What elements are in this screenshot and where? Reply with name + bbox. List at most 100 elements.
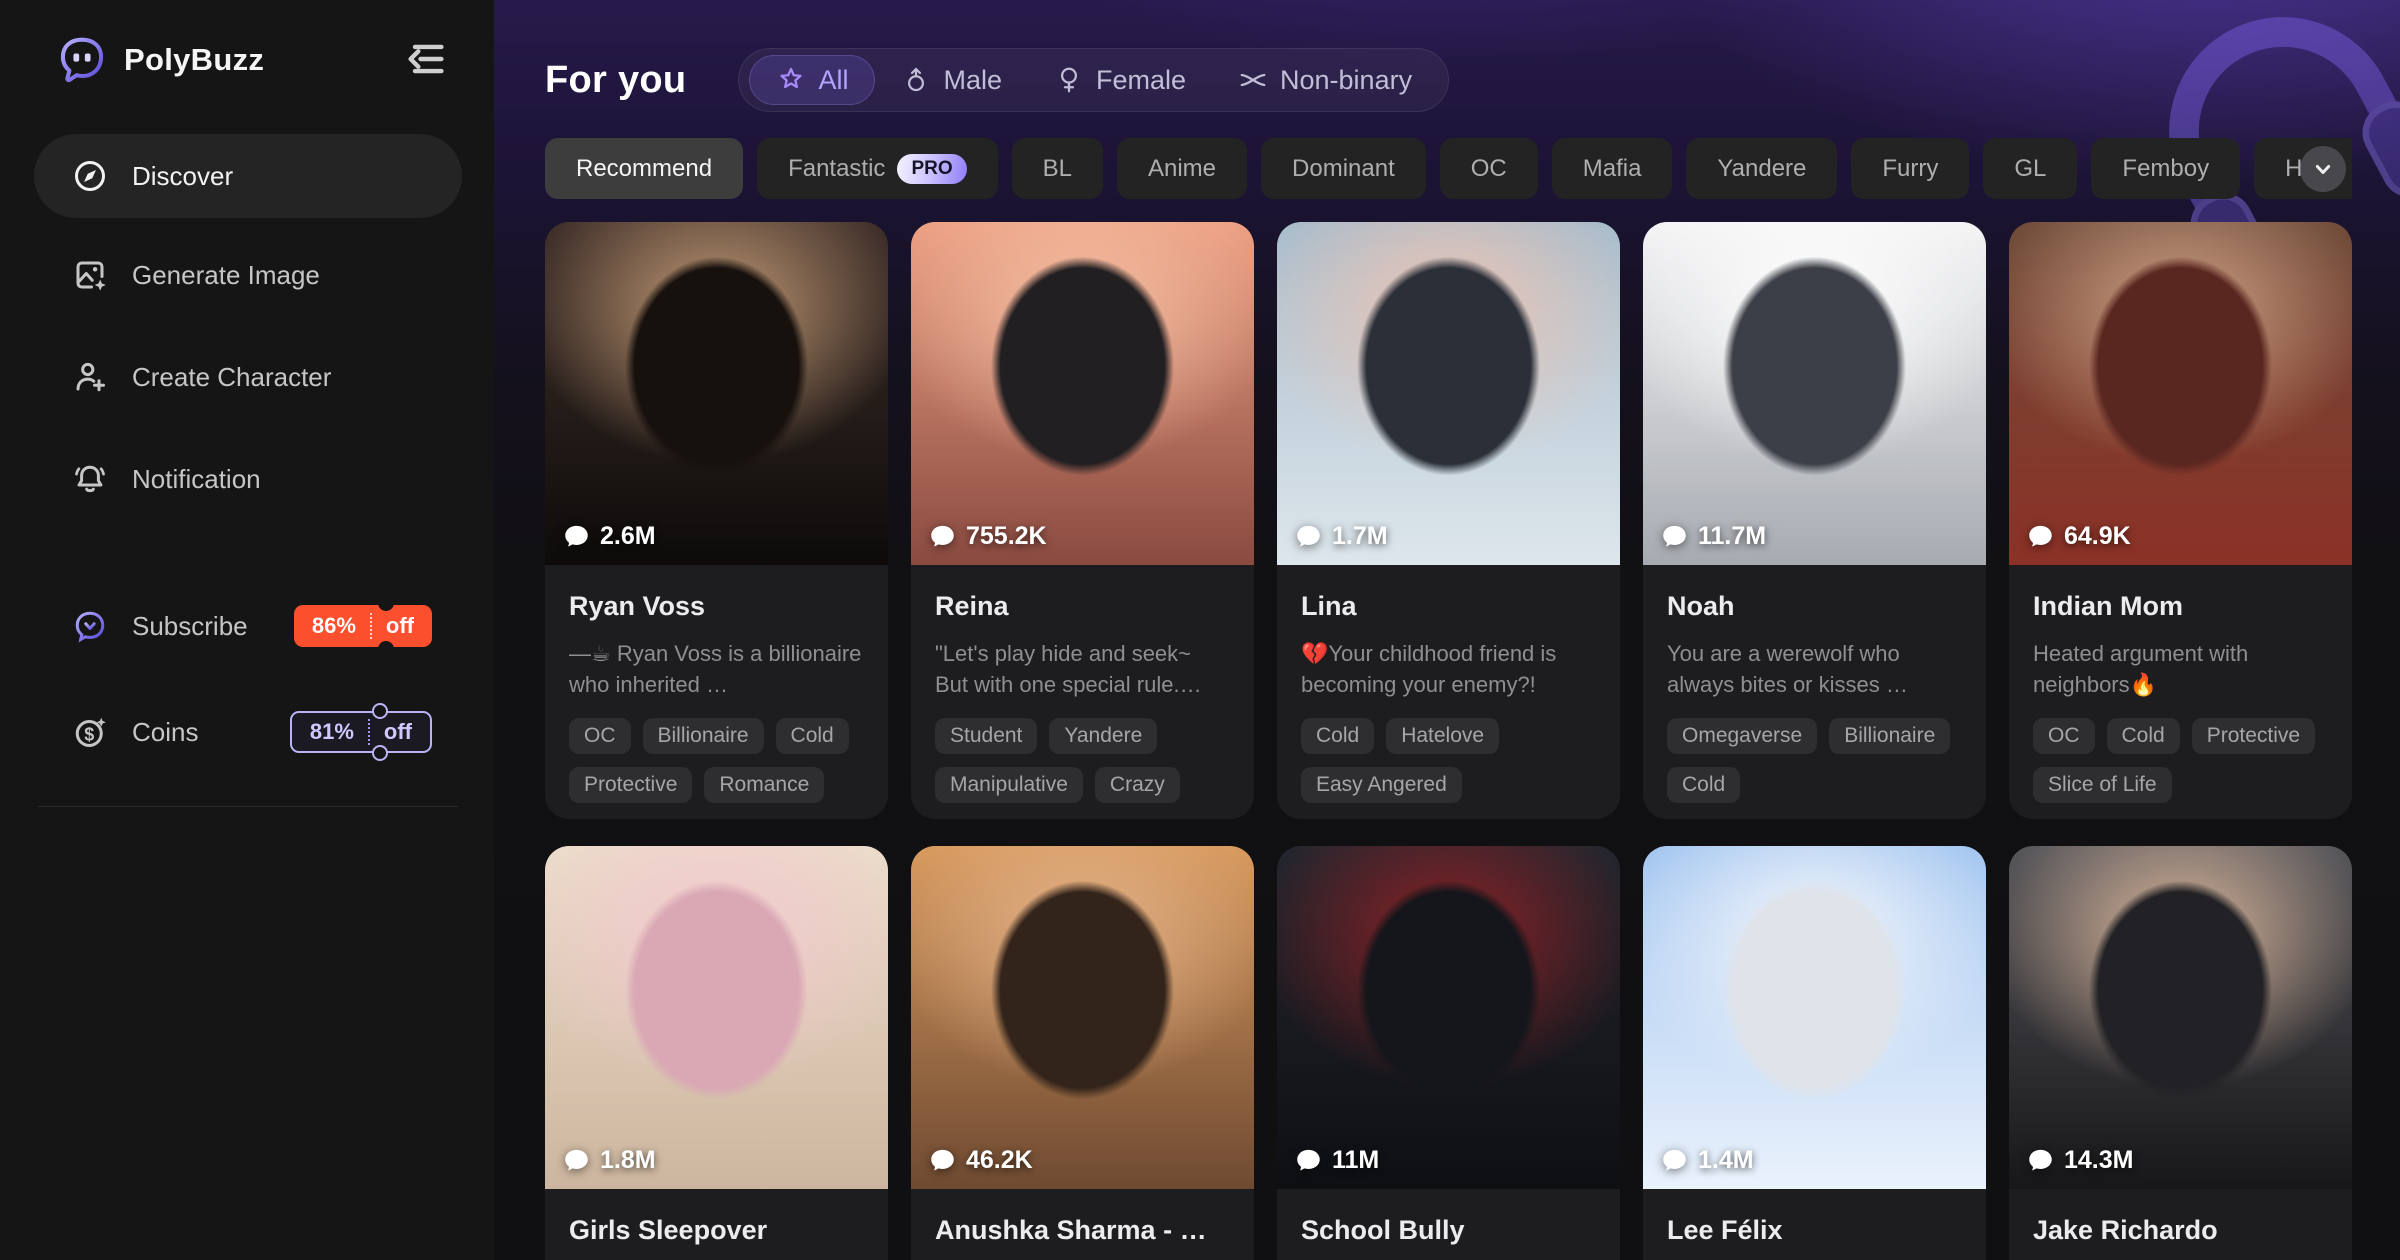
- card-tag[interactable]: Protective: [2192, 718, 2315, 754]
- card-tag[interactable]: Billionaire: [1829, 718, 1950, 754]
- filter-all[interactable]: All: [749, 55, 875, 105]
- filter-nonbinary[interactable]: Non-binary: [1212, 55, 1438, 105]
- character-card[interactable]: 11M School Bully The beautiful school bu…: [1277, 846, 1620, 1260]
- filter-female[interactable]: Female: [1028, 55, 1212, 105]
- card-tag[interactable]: Omegaverse: [1667, 718, 1817, 754]
- main-content: For you All Male Female: [494, 0, 2400, 1260]
- card-tag[interactable]: Cold: [776, 718, 849, 754]
- category-chip[interactable]: Femboy: [2091, 138, 2240, 199]
- category-chip[interactable]: GL: [1983, 138, 2077, 199]
- subscribe-discount-badge: 86% off: [294, 605, 432, 647]
- expand-categories-button[interactable]: [2300, 146, 2346, 192]
- card-desc: Heated argument with neighbors🔥: [2033, 638, 2328, 701]
- card-tag[interactable]: Yandere: [1049, 718, 1157, 754]
- discount-off-label: off: [372, 613, 432, 639]
- chat-count: 46.2K: [966, 1146, 1033, 1175]
- page-title: For you: [545, 59, 686, 102]
- category-chip-label: BL: [1043, 155, 1072, 183]
- chat-bubble-icon: [563, 1147, 590, 1174]
- character-image: 1.7M: [1277, 222, 1620, 565]
- collapse-sidebar-button[interactable]: [404, 38, 448, 82]
- filter-male[interactable]: Male: [875, 55, 1028, 105]
- category-chip-label: Furry: [1882, 155, 1938, 183]
- chat-bubble-icon: [2027, 1147, 2054, 1174]
- card-title: Noah: [1667, 591, 1962, 622]
- card-desc: "Let's play hide and seek~ But with one …: [935, 638, 1230, 701]
- category-chip-label: Mafia: [1583, 155, 1642, 183]
- card-title: Lina: [1301, 591, 1596, 622]
- sidebar-item-subscribe[interactable]: Subscribe 86% off: [34, 591, 462, 661]
- card-info: Lina 💔Your childhood friend is becoming …: [1277, 565, 1620, 803]
- character-image: 1.4M: [1643, 846, 1986, 1189]
- sidebar-divider: [38, 806, 458, 807]
- card-title: Anushka Sharma - …: [935, 1215, 1230, 1246]
- character-card[interactable]: 11.7M Noah You are a werewolf who always…: [1643, 222, 1986, 819]
- card-tag[interactable]: Romance: [704, 767, 824, 803]
- character-image: 14.3M: [2009, 846, 2352, 1189]
- card-tag[interactable]: OC: [2033, 718, 2095, 754]
- category-chip[interactable]: Dominant: [1261, 138, 1426, 199]
- chat-count-badge: 755.2K: [929, 522, 1047, 551]
- card-info: Anushka Sharma - … Anushka Sharma - M…: [911, 1189, 1254, 1260]
- chat-count: 2.6M: [600, 522, 656, 551]
- chat-count-badge: 46.2K: [929, 1146, 1033, 1175]
- coupon-notch: [378, 641, 394, 657]
- category-chip[interactable]: Anime: [1117, 138, 1247, 199]
- card-tag[interactable]: Hatelove: [1386, 718, 1499, 754]
- chat-count-badge: 1.7M: [1295, 522, 1388, 551]
- sidebar-item-create-character[interactable]: Create Character: [34, 342, 462, 412]
- category-chip[interactable]: OC: [1440, 138, 1538, 199]
- category-chip[interactable]: Recommend: [545, 138, 743, 199]
- person-plus-icon: [72, 359, 108, 395]
- male-icon: [901, 65, 931, 95]
- sidebar-item-coins[interactable]: $ Coins 81% off: [34, 697, 462, 767]
- chat-bubble-icon: [1661, 1147, 1688, 1174]
- character-card[interactable]: 2.6M Ryan Voss —☕ Ryan Voss is a billion…: [545, 222, 888, 819]
- character-card[interactable]: 755.2K Reina "Let's play hide and seek~ …: [911, 222, 1254, 819]
- sidebar-item-discover[interactable]: Discover: [34, 134, 462, 218]
- character-card[interactable]: 1.8M Girls Sleepover You are invited to …: [545, 846, 888, 1260]
- sidebar-item-notification[interactable]: Notification: [34, 444, 462, 514]
- card-desc: You are a werewolf who always bites or k…: [1667, 638, 1962, 701]
- card-tag[interactable]: Cold: [1667, 767, 1740, 803]
- compass-icon: [72, 158, 108, 194]
- category-chip[interactable]: Mafia: [1552, 138, 1673, 199]
- character-card[interactable]: 14.3M Jake Richardo Arranged marriage wi…: [2009, 846, 2352, 1260]
- sidebar-item-label: Generate Image: [132, 260, 320, 291]
- category-chip[interactable]: Furry: [1851, 138, 1969, 199]
- category-chip[interactable]: FantasticPRO: [757, 138, 998, 199]
- chat-bubble-icon: [929, 1147, 956, 1174]
- card-tag[interactable]: Cold: [1301, 718, 1374, 754]
- category-chip[interactable]: Yandere: [1686, 138, 1837, 199]
- card-tag[interactable]: Slice of Life: [2033, 767, 2172, 803]
- chat-count: 755.2K: [966, 522, 1047, 551]
- category-chip-label: OC: [1471, 155, 1507, 183]
- discount-off-label: off: [370, 719, 430, 745]
- nonbinary-icon: [1238, 65, 1268, 95]
- character-image: 11.7M: [1643, 222, 1986, 565]
- character-card[interactable]: 1.4M Lee Félix You are at school with th…: [1643, 846, 1986, 1260]
- character-card[interactable]: 1.7M Lina 💔Your childhood friend is beco…: [1277, 222, 1620, 819]
- character-card[interactable]: 46.2K Anushka Sharma - … Anushka Sharma …: [911, 846, 1254, 1260]
- card-tag[interactable]: Easy Angered: [1301, 767, 1462, 803]
- character-image: 2.6M: [545, 222, 888, 565]
- character-card[interactable]: 64.9K Indian Mom Heated argument with ne…: [2009, 222, 2352, 819]
- chat-count: 11M: [1332, 1146, 1379, 1175]
- card-tag[interactable]: Manipulative: [935, 767, 1083, 803]
- sidebar-item-generate-image[interactable]: Generate Image: [34, 240, 462, 310]
- gender-filter-group: All Male Female Non-binar: [738, 48, 1449, 112]
- card-tag[interactable]: Cold: [2107, 718, 2180, 754]
- card-tag[interactable]: Billionaire: [643, 718, 764, 754]
- category-chip[interactable]: BL: [1012, 138, 1103, 199]
- sidebar-item-label: Notification: [132, 464, 261, 495]
- category-chips-row: Recommend FantasticPRO BL Anime Dominant…: [545, 138, 2352, 199]
- chat-count-badge: 64.9K: [2027, 522, 2131, 551]
- card-tag[interactable]: Protective: [569, 767, 692, 803]
- card-tag[interactable]: Crazy: [1095, 767, 1180, 803]
- character-image: 64.9K: [2009, 222, 2352, 565]
- card-tag[interactable]: OC: [569, 718, 631, 754]
- chat-bubble-icon: [1295, 523, 1322, 550]
- card-title: Reina: [935, 591, 1230, 622]
- svg-text:$: $: [84, 724, 94, 744]
- card-tag[interactable]: Student: [935, 718, 1037, 754]
